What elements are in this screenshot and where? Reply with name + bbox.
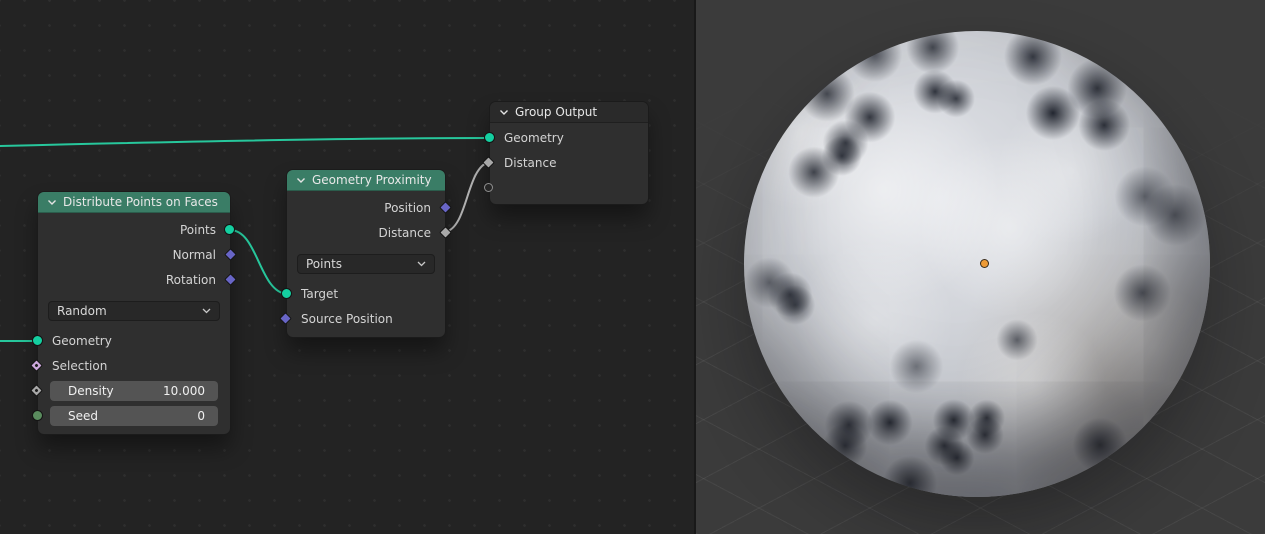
node-header-proximity[interactable]: Geometry Proximity [287, 170, 445, 191]
node-distribute-points-on-faces[interactable]: Distribute Points on Faces Points Normal… [30, 192, 237, 434]
socket-row-geometry-output: Geometry [484, 125, 648, 150]
socket-row-distance-output: Distance [482, 150, 648, 175]
socket-label: Points [179, 222, 216, 237]
socket-row-source-position: Source Position [279, 306, 445, 331]
socket-label: Target [301, 286, 339, 301]
3d-viewport[interactable] [694, 0, 1265, 534]
dropdown-value: Points [306, 257, 343, 271]
node-title: Group Output [515, 105, 598, 119]
node-header-distribute[interactable]: Distribute Points on Faces [38, 192, 230, 213]
field-value: 10.000 [163, 383, 205, 398]
points-output-socket[interactable] [224, 224, 235, 235]
socket-label: Geometry [504, 130, 564, 145]
virtual-extension-socket[interactable] [484, 182, 493, 192]
node-title: Distribute Points on Faces [63, 195, 218, 209]
node-group-output[interactable]: Group Output Geometry Distance [482, 102, 648, 204]
socket-row-position: Position [287, 195, 452, 220]
node-geometry-proximity[interactable]: Geometry Proximity Position Distance Poi… [279, 170, 452, 337]
socket-label: Distance [504, 155, 557, 170]
socket-label: Distance [378, 225, 431, 240]
socket-row-virtual [484, 175, 648, 200]
density-value-slider[interactable]: Density 10.000 [50, 380, 218, 401]
seed-input-socket[interactable] [32, 410, 43, 421]
socket-label: Geometry [52, 333, 112, 348]
socket-label: Normal [172, 247, 216, 262]
field-value: 0 [197, 408, 205, 423]
dropdown-value: Random [57, 304, 107, 318]
socket-row-target: Target [281, 281, 445, 306]
socket-row-rotation: Rotation [38, 267, 237, 292]
chevron-down-icon[interactable] [47, 199, 57, 206]
geometry-input-socket[interactable] [32, 335, 43, 346]
geometry-node-editor[interactable]: Distribute Points on Faces Points Normal… [0, 0, 694, 534]
seed-value-slider[interactable]: Seed 0 [50, 405, 218, 426]
socket-label: Rotation [165, 272, 216, 287]
blender-window: Distribute Points on Faces Points Normal… [0, 0, 1265, 534]
socket-label: Position [384, 200, 431, 215]
chevron-down-icon[interactable] [296, 177, 306, 184]
socket-row-points: Points [38, 217, 235, 242]
distribution-method-dropdown[interactable]: Random [48, 301, 220, 321]
field-label: Seed [68, 408, 98, 423]
socket-row-density: Density 10.000 [30, 378, 230, 403]
chevron-down-icon [417, 261, 426, 267]
object-origin-indicator [980, 259, 989, 268]
socket-label: Selection [52, 358, 108, 373]
socket-label: Source Position [301, 311, 393, 326]
group-output-geometry-socket[interactable] [484, 132, 495, 143]
node-header-group-output[interactable]: Group Output [490, 102, 648, 123]
link-geometry-to-group-output [0, 137, 490, 147]
sphere-object[interactable] [744, 31, 1210, 497]
link-distance-to-group-output [444, 161, 490, 233]
target-element-dropdown[interactable]: Points [297, 254, 435, 274]
socket-row-seed: Seed 0 [32, 403, 230, 428]
link-points-to-target [229, 229, 288, 295]
node-title: Geometry Proximity [312, 173, 432, 187]
socket-row-distance: Distance [287, 220, 452, 245]
socket-row-normal: Normal [38, 242, 237, 267]
chevron-down-icon[interactable] [499, 109, 509, 116]
chevron-down-icon [202, 308, 211, 314]
socket-row-geometry: Geometry [32, 328, 230, 353]
socket-row-selection: Selection [30, 353, 230, 378]
target-input-socket[interactable] [281, 288, 292, 299]
field-label: Density [68, 383, 114, 398]
